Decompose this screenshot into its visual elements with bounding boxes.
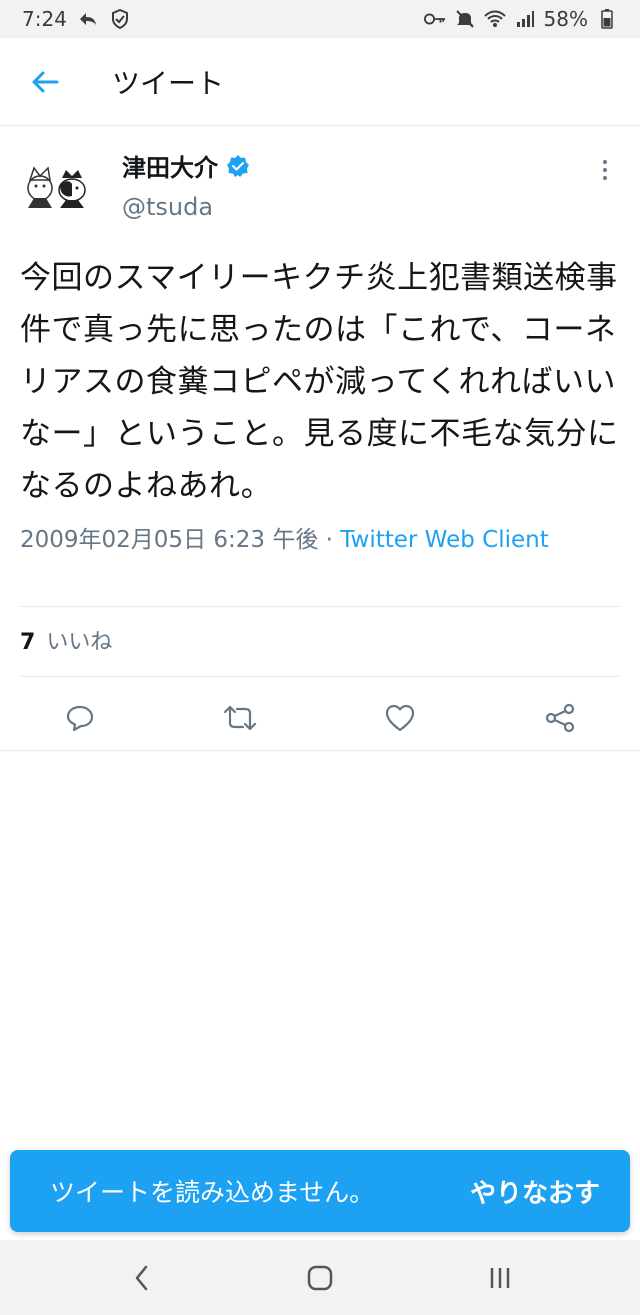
avatar[interactable] <box>20 150 92 222</box>
key-icon <box>423 8 446 30</box>
likes-stat[interactable]: 7 いいね <box>20 624 112 656</box>
app-header: ツイート <box>0 38 640 126</box>
tweet-detail-screen: 7:24 58% ツイート 津田大介 @tsuda 今回のスマイリーキクチ炎上犯… <box>0 0 640 1315</box>
tweet-timestamp[interactable]: 2009年02月05日 6:23 午後 <box>20 527 318 553</box>
author-info: 津田大介 @tsuda <box>122 148 250 221</box>
nav-home-button[interactable] <box>300 1258 340 1298</box>
arrow-left-icon <box>32 71 59 92</box>
status-time: 7:24 <box>22 7 67 31</box>
author-handle[interactable]: @tsuda <box>122 193 250 221</box>
chevron-left-icon <box>135 1265 148 1291</box>
more-dots-icon <box>603 160 607 164</box>
likes-count: 7 <box>20 630 36 655</box>
battery-level: 58% <box>543 7 588 31</box>
heart-icon <box>385 704 415 732</box>
retweet-icon <box>223 705 257 731</box>
divider <box>20 676 620 677</box>
page-title: ツイート <box>112 66 225 100</box>
share-icon <box>545 703 575 733</box>
author-name[interactable]: 津田大介 <box>122 148 218 183</box>
battery-icon <box>596 8 618 30</box>
author-row: 津田大介 @tsuda <box>20 140 620 232</box>
more-dot <box>603 176 607 180</box>
tweet-actions <box>0 688 640 748</box>
signal-icon <box>514 8 536 30</box>
tweet-meta: 2009年02月05日 6:23 午後 · Twitter Web Client <box>20 520 620 554</box>
retry-button[interactable]: やりなおす <box>470 1173 600 1210</box>
divider <box>20 606 620 607</box>
mute-icon <box>454 8 476 30</box>
share-button[interactable] <box>540 698 580 738</box>
status-bar: 7:24 58% <box>0 0 640 38</box>
shield-check-icon <box>109 8 131 30</box>
reply-icon <box>66 705 94 732</box>
retweet-button[interactable] <box>220 698 260 738</box>
tweet: 津田大介 @tsuda 今回のスマイリーキクチ炎上犯書類送検事件で真っ先に思った… <box>20 140 620 554</box>
reply-button[interactable] <box>60 698 100 738</box>
divider <box>0 750 640 751</box>
toast-message: ツイートを読み込めません。 <box>50 1178 375 1207</box>
error-toast: ツイートを読み込めません。 やりなおす <box>10 1150 630 1232</box>
meta-separator: · <box>325 527 333 553</box>
more-options-button[interactable] <box>590 150 620 190</box>
author-name-row: 津田大介 <box>122 148 250 183</box>
verified-badge-icon <box>227 154 249 177</box>
recents-icon <box>490 1268 510 1288</box>
tweet-text: 今回のスマイリーキクチ炎上犯書類送検事件で真っ先に思ったのは「これで、コーネリア… <box>20 260 619 504</box>
more-dot <box>603 168 607 172</box>
like-button[interactable] <box>380 698 420 738</box>
nav-recents-button[interactable] <box>480 1258 520 1298</box>
tweet-client-link[interactable]: Twitter Web Client <box>340 527 548 553</box>
wifi-icon <box>483 8 506 30</box>
nav-back-button[interactable] <box>122 1258 162 1298</box>
system-nav-bar <box>0 1240 640 1315</box>
likes-label: いいね <box>46 630 113 655</box>
home-icon <box>307 1265 333 1291</box>
back-button[interactable] <box>0 38 90 126</box>
reply-notification-icon <box>77 8 99 30</box>
